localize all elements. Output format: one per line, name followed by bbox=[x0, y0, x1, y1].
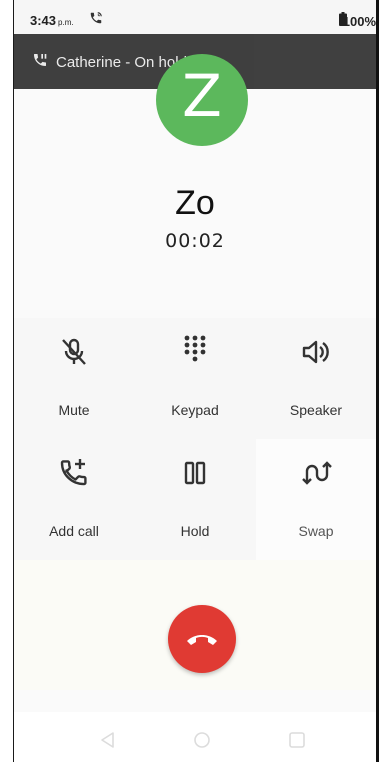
status-bar: 3:43 p.m. 100% bbox=[14, 0, 376, 34]
call-on-hold-icon bbox=[34, 54, 47, 66]
end-call-button[interactable] bbox=[168, 605, 236, 673]
call-timer: 00:02 bbox=[165, 230, 225, 252]
caller-name: Zo bbox=[175, 184, 215, 222]
speaker-button[interactable]: Speaker bbox=[256, 318, 376, 439]
caller-avatar: Z bbox=[156, 54, 248, 146]
mute-button[interactable]: Mute bbox=[14, 318, 134, 439]
mute-label: Mute bbox=[58, 402, 90, 418]
pause-icon bbox=[184, 461, 206, 485]
home-icon[interactable] bbox=[193, 731, 211, 749]
keypad-button[interactable]: Keypad bbox=[135, 318, 255, 439]
speaker-label: Speaker bbox=[289, 402, 343, 418]
status-clock: 3:43 p.m. bbox=[30, 13, 74, 28]
hold-button[interactable]: Hold bbox=[135, 439, 255, 560]
add-call-icon bbox=[60, 459, 87, 486]
status-ampm: p.m. bbox=[58, 18, 74, 27]
add-call-label: Add call bbox=[49, 523, 99, 539]
speaker-icon bbox=[302, 340, 329, 364]
navigation-bar bbox=[14, 712, 376, 762]
swap-icon bbox=[302, 461, 332, 485]
recents-icon[interactable] bbox=[288, 731, 306, 749]
hold-label: Hold bbox=[180, 523, 210, 539]
call-end-icon bbox=[187, 635, 217, 645]
battery-percentage: 100% bbox=[342, 14, 376, 29]
mic-off-icon bbox=[62, 338, 86, 365]
dialpad-icon bbox=[184, 335, 206, 362]
swap-button[interactable]: Swap bbox=[256, 439, 376, 560]
status-time: 3:43 bbox=[30, 13, 57, 28]
device-frame-left bbox=[0, 0, 14, 762]
avatar-initial: Z bbox=[182, 62, 222, 130]
add-call-button[interactable]: Add call bbox=[14, 439, 134, 560]
back-icon[interactable] bbox=[98, 731, 116, 749]
ongoing-call-icon bbox=[90, 12, 102, 24]
call-screen: 3:43 p.m. 100% Catherine - On hold Z Zo 0… bbox=[14, 0, 376, 762]
swap-label: Swap bbox=[298, 523, 334, 539]
keypad-label: Keypad bbox=[171, 402, 219, 418]
call-controls-grid: Mute Keypad Speaker Add call Hold Swap bbox=[14, 318, 376, 560]
